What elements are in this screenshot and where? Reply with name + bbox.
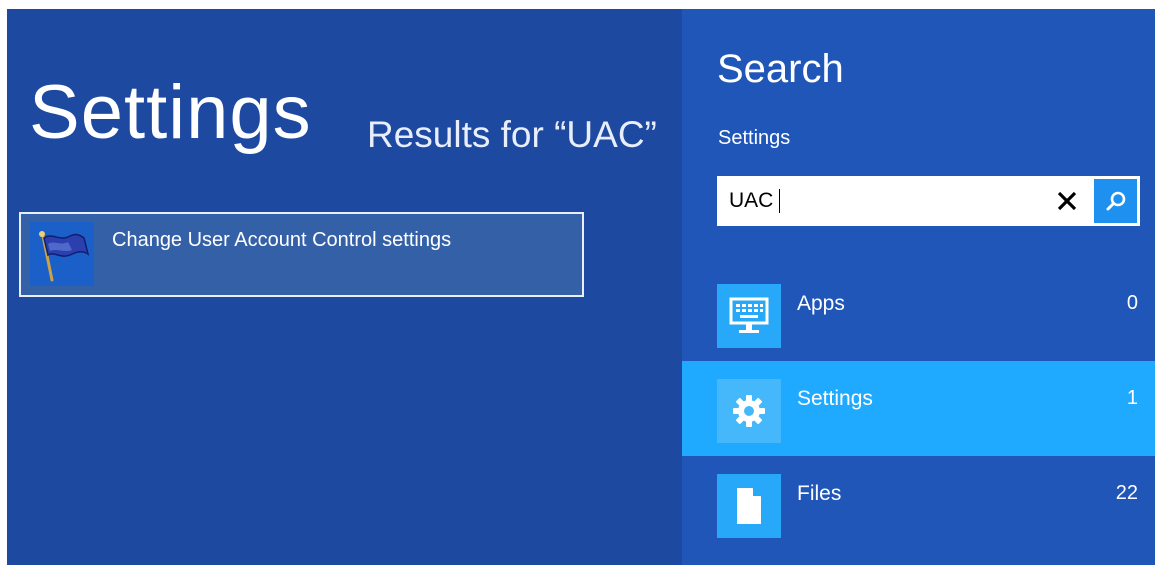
text-caret [779, 189, 780, 213]
scope-item-settings[interactable]: Settings 1 [682, 361, 1155, 456]
gear-icon [717, 379, 781, 443]
search-box [717, 176, 1140, 226]
results-caption: Results for “UAC” [367, 114, 657, 155]
search-icon [1106, 191, 1125, 211]
search-charm-pane: Search Settings UAC Apps 0 Settings 1 Fi… [682, 9, 1155, 565]
result-item-uac[interactable]: Change User Account Control settings [19, 212, 584, 297]
search-input[interactable] [729, 187, 1039, 215]
scope-count-apps: 0 [1126, 292, 1138, 314]
search-button[interactable] [1094, 179, 1137, 223]
scope-name-apps: Apps [797, 292, 845, 315]
keyboard-monitor-icon [717, 284, 781, 348]
scope-count-files: 22 [1115, 482, 1138, 504]
document-icon [717, 474, 781, 538]
scope-item-apps[interactable]: Apps 0 [682, 266, 1155, 361]
page-title: Settings [29, 70, 312, 155]
scope-name-files: Files [797, 482, 842, 505]
scope-item-files[interactable]: Files 22 [682, 456, 1155, 551]
clear-search-button[interactable] [1049, 184, 1085, 218]
results-pane: Settings Results for “UAC” Change User A… [7, 9, 682, 565]
uac-flag-icon [30, 222, 94, 286]
screen: Settings Results for “UAC” Change User A… [7, 9, 1155, 565]
close-icon [1057, 191, 1077, 211]
result-label: Change User Account Control settings [112, 229, 452, 251]
scope-name-settings: Settings [797, 387, 873, 410]
search-heading: Search [717, 47, 844, 91]
scope-count-settings: 1 [1126, 387, 1138, 409]
search-scope-label: Settings [718, 127, 791, 149]
